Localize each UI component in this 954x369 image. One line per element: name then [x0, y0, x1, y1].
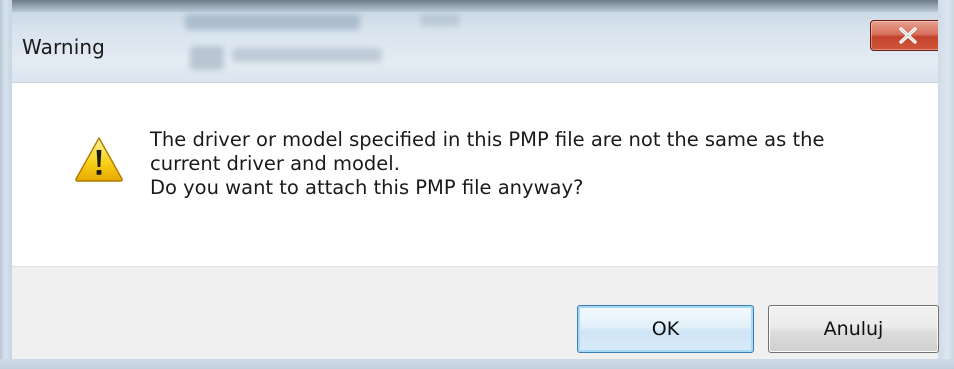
background-blur	[190, 46, 224, 70]
background-blur	[232, 48, 382, 62]
background-blur	[420, 14, 460, 26]
background-blur	[185, 14, 360, 30]
warning-message: The driver or model specified in this PM…	[150, 128, 910, 200]
button-bar: OK Anuluj	[12, 266, 939, 360]
message-line: The driver or model specified in this PM…	[150, 128, 825, 151]
close-button[interactable]	[870, 20, 946, 51]
cancel-button[interactable]: Anuluj	[768, 305, 939, 353]
ok-button[interactable]: OK	[577, 305, 754, 353]
close-x-icon	[899, 27, 917, 44]
window-title: Warning	[22, 35, 105, 59]
title-bar-edge	[0, 0, 954, 12]
warning-triangle-icon	[75, 137, 123, 182]
message-area: The driver or model specified in this PM…	[12, 82, 938, 267]
window-frame-right	[938, 0, 954, 369]
message-line: Do you want to attach this PMP file anyw…	[150, 176, 584, 199]
warning-dialog: Warning The driver or model specified in…	[0, 0, 954, 369]
title-bar[interactable]: Warning	[0, 0, 954, 82]
message-line: current driver and model.	[150, 152, 400, 175]
window-frame-bottom	[0, 359, 954, 369]
window-frame-left	[0, 0, 12, 369]
